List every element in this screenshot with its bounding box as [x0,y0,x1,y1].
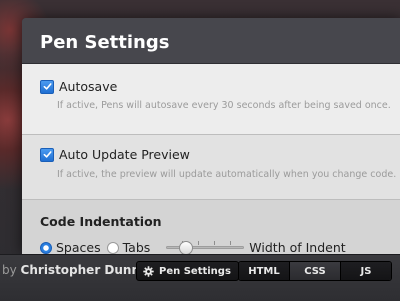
radio-tabs-label[interactable]: Tabs [123,240,151,254]
gear-icon [143,265,154,277]
checkmark-icon [43,83,52,90]
slider-tick [230,240,232,245]
slider-track [166,245,245,249]
tab-html[interactable]: HTML [239,262,289,280]
autosave-checkbox[interactable] [40,79,54,94]
tab-css[interactable]: CSS [289,262,340,280]
pen-settings-button[interactable]: Pen Settings [136,261,239,281]
slider-tick [198,240,200,245]
pen-settings-label: Pen Settings [159,265,231,277]
indentation-section: Code Indentation Spaces Tabs Width of In… [22,200,400,254]
editor-tabs: HTML CSS JS [238,261,392,281]
autosave-row[interactable]: Autosave [40,79,117,94]
radio-tabs[interactable] [106,241,119,254]
auto-update-hint: If active, the preview will update autom… [57,169,397,180]
auto-update-label: Auto Update Preview [59,147,190,162]
footer-bar: by Christopher Dunn Pen Settings HTML CS… [0,254,400,301]
auto-update-checkbox[interactable] [40,147,54,162]
slider-thumb[interactable] [179,240,194,254]
indent-width-slider[interactable] [166,240,245,254]
autosave-section: Autosave If active, Pens will autosave e… [22,64,400,135]
attribution: by Christopher Dunn [2,263,140,277]
radio-spaces[interactable] [40,241,52,254]
indentation-controls: Spaces Tabs Width of Indent [40,240,346,254]
autosave-label: Autosave [59,79,118,94]
autosave-hint: If active, Pens will autosave every 30 s… [57,100,391,111]
slider-tick [214,240,216,245]
radio-spaces-label[interactable]: Spaces [56,240,101,254]
indentation-title: Code Indentation [40,214,162,229]
auto-update-section: Auto Update Preview If active, the previ… [22,135,400,200]
author-link[interactable]: Christopher Dunn [21,263,140,277]
tab-js[interactable]: JS [340,262,391,280]
by-prefix: by [2,263,17,277]
checkmark-icon [43,151,52,158]
auto-update-row[interactable]: Auto Update Preview [40,147,190,162]
indent-width-label: Width of Indent [249,240,346,254]
modal-title: Pen Settings [40,32,170,53]
pen-settings-modal: Pen Settings Autosave If active, Pens wi… [22,18,400,254]
